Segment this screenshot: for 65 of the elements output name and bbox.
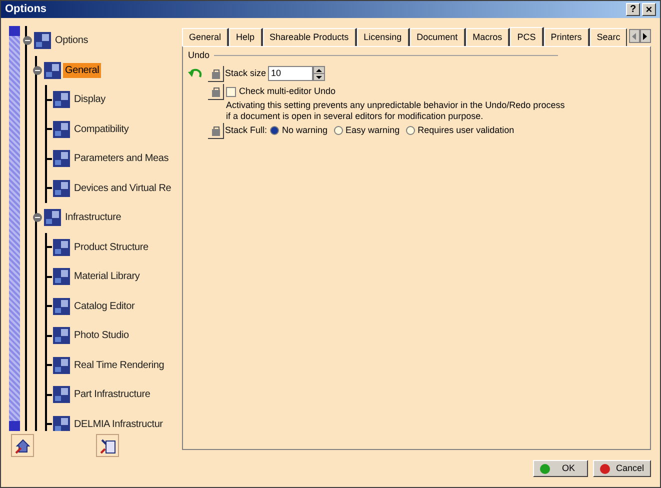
tab[interactable]: Searc — [590, 28, 627, 46]
lock-icon[interactable] — [208, 84, 224, 100]
tab[interactable]: Help — [229, 28, 263, 46]
checkbox-label: Check multi-editor Undo — [239, 84, 336, 98]
tab[interactable]: Shareable Products — [262, 28, 357, 46]
tree-item[interactable]: Infrastructure — [63, 210, 124, 226]
tree-item[interactable]: Part Infrastructure — [72, 387, 152, 402]
cancel-button[interactable]: Cancel — [592, 460, 651, 477]
tile-icon — [34, 32, 51, 50]
tree-item[interactable]: DELMIA Infrastructur — [72, 416, 165, 431]
stack-size-label: Stack size — [225, 66, 266, 80]
spin-arrows-icon[interactable] — [313, 66, 326, 81]
tab[interactable]: Printers — [544, 28, 590, 46]
ok-button[interactable]: OK — [532, 460, 588, 477]
tab[interactable]: Macros — [466, 28, 510, 46]
radio-button[interactable] — [270, 126, 280, 135]
stack-size-field[interactable]: 10 — [268, 66, 314, 81]
expander-icon[interactable] — [23, 36, 32, 46]
tile-icon — [53, 91, 70, 108]
tab[interactable]: Licensing — [356, 28, 410, 46]
tree-item[interactable]: Parameters and Meas — [72, 151, 171, 166]
radio-button[interactable] — [334, 126, 343, 135]
tab[interactable]: General — [182, 28, 230, 46]
radio-label: No warning — [282, 124, 328, 137]
stack-full-label: Stack Full: — [225, 124, 268, 137]
document-icon[interactable] — [96, 434, 119, 457]
tree-item[interactable]: Real Time Rendering — [72, 358, 166, 373]
tile-icon — [53, 268, 70, 286]
tile-icon — [53, 327, 70, 344]
tree-item[interactable]: Catalog Editor — [72, 298, 137, 314]
tile-icon — [53, 150, 70, 168]
close-button[interactable]: × — [642, 3, 656, 16]
tree-item[interactable]: Display — [72, 92, 108, 108]
tile-icon — [53, 238, 70, 256]
tab[interactable]: PCS — [510, 27, 544, 46]
window-title: Options — [5, 2, 47, 18]
tree-item[interactable]: Compatibility — [72, 122, 131, 137]
house-icon[interactable] — [11, 434, 34, 457]
expander-icon[interactable] — [33, 66, 42, 75]
checkbox[interactable] — [226, 86, 236, 96]
tile-icon — [53, 180, 70, 197]
tab[interactable]: Document — [410, 28, 466, 46]
help-button[interactable]: ? — [626, 3, 640, 16]
description-text: if a document is open in several editors for modification purpose. — [226, 110, 484, 122]
tile-icon — [53, 356, 70, 374]
tree-item[interactable]: Material Library — [72, 269, 142, 284]
radio-label: Easy warning — [346, 124, 400, 137]
description-text: Activating this setting prevents any unpredictable behavior in the Undo/Redo process — [226, 100, 566, 110]
tile-icon — [53, 386, 70, 404]
undo-arrow-icon — [188, 68, 204, 80]
tree-item[interactable]: Product Structure — [72, 240, 150, 255]
tile-icon — [44, 209, 61, 226]
tile-icon — [44, 62, 61, 79]
expander-icon[interactable] — [33, 213, 42, 222]
tree-item[interactable]: Options — [53, 33, 90, 48]
scroll-right-icon[interactable] — [640, 29, 651, 43]
radio-label: Requires user validation — [418, 124, 514, 137]
tile-icon — [53, 416, 70, 431]
radio-button[interactable] — [406, 126, 415, 135]
tile-icon — [53, 120, 70, 138]
tile-icon — [53, 298, 70, 315]
tree-item[interactable]: General — [63, 62, 102, 78]
tree-item[interactable]: Photo Studio — [72, 328, 131, 344]
tree-item[interactable]: Devices and Virtual Re — [72, 180, 174, 196]
group-title: Undo — [188, 49, 210, 62]
